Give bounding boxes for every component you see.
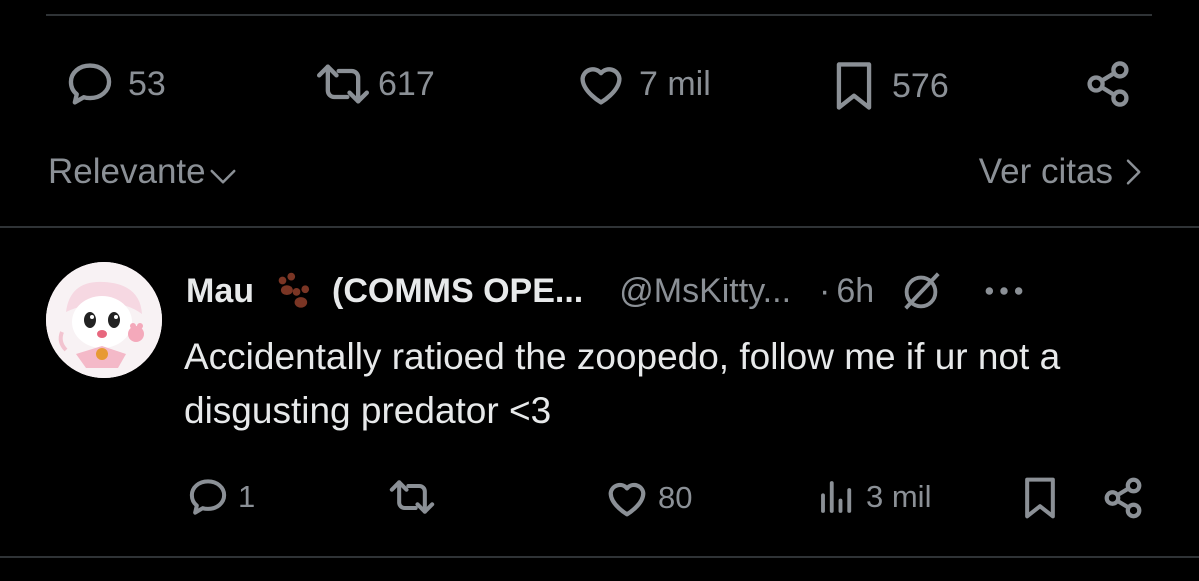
view-quotes-link[interactable]: Ver citas <box>979 152 1143 192</box>
separator-dot: · <box>819 271 831 310</box>
chevron-down-icon <box>210 169 236 184</box>
share-icon <box>1104 477 1142 519</box>
reply-count: 53 <box>128 64 166 103</box>
display-name-suffix[interactable]: (COMMS OPE... <box>332 272 583 311</box>
share-icon <box>1087 61 1129 107</box>
chevron-right-icon <box>1126 159 1141 185</box>
avatar[interactable] <box>46 262 162 378</box>
repost-count: 617 <box>378 64 435 103</box>
more-options-icon[interactable] <box>984 284 1024 298</box>
reply-sort-dropdown[interactable]: Relevante <box>48 152 238 192</box>
quotes-label: Ver citas <box>978 152 1113 191</box>
like-button[interactable]: 7 mil <box>575 58 711 110</box>
analytics-icon <box>821 481 852 513</box>
reply-like-count: 80 <box>658 480 693 515</box>
timestamp[interactable]: 6h <box>836 272 874 311</box>
bookmark-icon <box>836 62 872 110</box>
grok-icon[interactable] <box>898 268 944 314</box>
reply-repost-button[interactable] <box>385 475 439 519</box>
user-handle[interactable]: @MsKitty... <box>619 272 791 311</box>
reply-like-button[interactable]: 80 <box>604 475 692 521</box>
display-name[interactable]: Mau <box>186 272 254 311</box>
bookmark-icon <box>1025 477 1055 519</box>
reply-reply-button[interactable]: 1 <box>186 475 255 519</box>
reply-bookmark-button[interactable] <box>1018 474 1062 522</box>
reply-icon <box>68 63 112 105</box>
reply-view-count: 3 mil <box>866 479 932 514</box>
sort-label: Relevante <box>48 152 206 191</box>
reply-button[interactable]: 53 <box>64 58 166 110</box>
bookmark-count: 576 <box>892 66 949 105</box>
repost-icon <box>317 64 370 104</box>
reply-icon <box>189 479 227 515</box>
bottom-divider <box>0 556 1199 558</box>
reply-text: Accidentally ratioed the zoopedo, follow… <box>184 336 1061 431</box>
reply-views-button[interactable]: 3 mil <box>816 475 931 519</box>
reply-header: Mau (COMMS OPE... @MsKitty... · 6h <box>186 268 1024 314</box>
reply-share-button[interactable] <box>1100 475 1146 521</box>
heart-icon <box>608 482 646 517</box>
top-divider <box>46 14 1152 16</box>
reply-reply-count: 1 <box>238 479 256 514</box>
like-count: 7 mil <box>639 64 711 103</box>
bookmark-button[interactable]: 576 <box>828 58 949 114</box>
avatar-image <box>46 262 162 378</box>
share-button[interactable] <box>1082 58 1134 110</box>
repost-icon <box>389 480 435 514</box>
paw-icon <box>278 272 310 308</box>
heart-icon <box>580 67 622 105</box>
repost-button[interactable]: 617 <box>312 58 435 110</box>
reply-divider <box>0 226 1199 228</box>
